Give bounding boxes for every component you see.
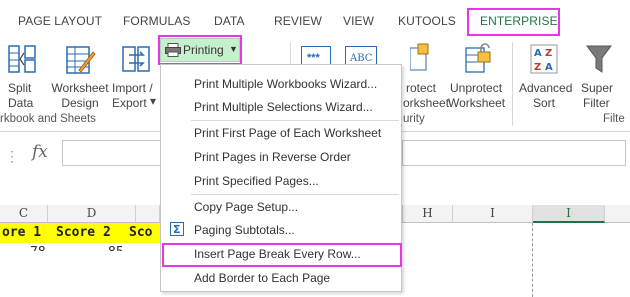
sigma-icon: Σ [170, 222, 184, 236]
ribbon-separator-2 [512, 42, 513, 126]
svg-text:Σ: Σ [173, 223, 181, 236]
cell-e1[interactable]: Sco [129, 225, 152, 240]
menu-item-copy-page-setup[interactable]: Copy Page Setup... [194, 200, 298, 214]
insert-page-break-highlight [162, 243, 402, 267]
menu-item-print-multiple-selections[interactable]: Print Multiple Selections Wizard... [194, 100, 373, 114]
menu-item-print-reverse-order[interactable]: Print Pages in Reverse Order [194, 150, 351, 164]
tab-formulas[interactable]: FORMULAS [123, 14, 190, 28]
group-label-workbook-sheets: rkbook and Sheets [0, 113, 96, 125]
formula-input-right[interactable] [402, 140, 626, 166]
tab-data[interactable]: DATA [214, 14, 245, 28]
worksheet-design-icon[interactable] [64, 44, 96, 76]
group-label-security: urity [403, 113, 425, 125]
insert-function-button[interactable]: fx [32, 142, 48, 162]
enterprise-tab-highlight [467, 8, 560, 36]
split-label-1: Split [8, 81, 32, 95]
advanced-sort-label-2: Sort [533, 96, 556, 110]
super-filter-label-2: Filter [583, 96, 610, 110]
column-header-e[interactable] [136, 205, 160, 223]
split-label-2: Data [8, 96, 34, 110]
menu-separator [191, 120, 399, 121]
menu-separator-2 [191, 194, 399, 195]
menu-item-print-multiple-workbooks[interactable]: Print Multiple Workbooks Wizard... [194, 77, 377, 91]
super-filter-label-1: Super [581, 81, 614, 95]
cell-c2[interactable]: 78 [30, 245, 46, 251]
column-header-h[interactable]: H [402, 205, 453, 223]
page-break-line [532, 223, 533, 297]
svg-text:Z: Z [534, 62, 541, 73]
unprotect-worksheet-icon[interactable] [462, 42, 494, 74]
svg-text:A: A [534, 48, 542, 59]
column-header-c[interactable]: C [0, 205, 48, 223]
protect-label-1: rotect [406, 81, 437, 95]
svg-text:Z: Z [545, 48, 552, 59]
menu-item-paging-subtotals[interactable]: Paging Subtotals... [194, 223, 295, 237]
split-data-icon[interactable] [8, 44, 36, 74]
column-header-i[interactable]: I [453, 205, 533, 223]
column-header-j-selected[interactable]: I [533, 205, 605, 223]
import-export-label-1: Import / [112, 81, 153, 95]
protect-worksheet-icon[interactable] [409, 42, 430, 74]
menu-item-print-specified-pages[interactable]: Print Specified Pages... [194, 174, 319, 188]
formula-input[interactable] [62, 140, 162, 166]
tab-view[interactable]: VIEW [343, 14, 374, 28]
cell-d1[interactable]: Score 2 [56, 225, 111, 240]
tab-page-layout[interactable]: PAGE LAYOUT [18, 14, 102, 28]
tab-review[interactable]: REVIEW [274, 14, 322, 28]
worksheet-design-label-1: Worksheet [51, 81, 109, 95]
advanced-sort-icon[interactable]: A Z Z A [530, 44, 558, 74]
protect-label-2: orksheet [403, 96, 450, 110]
import-export-icon[interactable] [121, 44, 151, 74]
group-label-filter: Filte [603, 113, 625, 125]
column-header-k[interactable] [605, 205, 630, 223]
column-header-d[interactable]: D [48, 205, 136, 223]
tab-kutools[interactable]: KUTOOLS [398, 14, 456, 28]
advanced-sort-label-1: Advanced [519, 81, 573, 95]
cell-d2[interactable]: 85 [108, 245, 124, 251]
import-export-dropdown-icon: ▾ [150, 94, 157, 108]
ribbon-tab-bar: PAGE LAYOUT FORMULAS DATA REVIEW VIEW KU… [0, 0, 630, 36]
import-export-label-2: Export [112, 96, 147, 110]
unprotect-label-2: Worksheet [448, 96, 506, 110]
svg-text:A: A [545, 62, 553, 73]
fbar-more-icon: ⋮ [5, 148, 19, 164]
printing-highlight [158, 35, 242, 65]
menu-item-print-first-page[interactable]: Print First Page of Each Worksheet [194, 126, 381, 140]
super-filter-icon[interactable] [586, 44, 612, 74]
unprotect-label-1: Unprotect [450, 81, 503, 95]
worksheet-design-label-2: Design [61, 96, 99, 110]
menu-item-add-border[interactable]: Add Border to Each Page [194, 271, 330, 285]
cell-c1[interactable]: ore 1 [2, 225, 41, 240]
